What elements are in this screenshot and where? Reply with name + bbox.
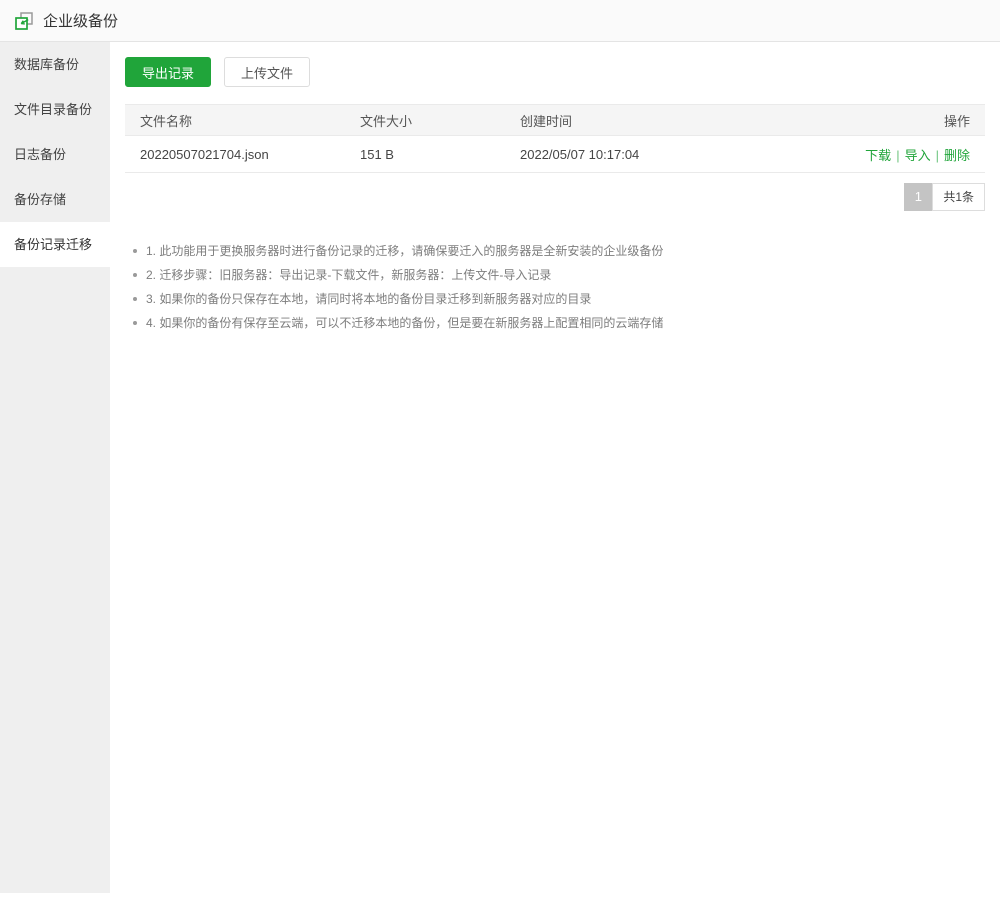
- actions-cell: 下载 | 导入 | 删除: [785, 136, 985, 173]
- note-item-2: 2. 迁移步骤：旧服务器：导出记录-下载文件，新服务器：上传文件-导入记录: [133, 263, 985, 287]
- main-content: 导出记录 上传文件 文件名称 文件大小 创建时间 操作: [110, 42, 1000, 900]
- export-records-button[interactable]: 导出记录: [125, 57, 211, 87]
- note-item-1: 1. 此功能用于更换服务器时进行备份记录的迁移，请确保要迁入的服务器是全新安装的…: [133, 239, 985, 263]
- total-count-label: 共1条: [932, 183, 985, 211]
- column-file-size: 文件大小: [345, 105, 505, 136]
- column-actions: 操作: [785, 105, 985, 136]
- column-file-name: 文件名称: [125, 105, 345, 136]
- sidebar: 数据库备份 文件目录备份 日志备份 备份存储 备份记录迁移: [0, 42, 110, 893]
- sidebar-item-database-backup[interactable]: 数据库备份: [0, 42, 110, 87]
- upload-file-button[interactable]: 上传文件: [224, 57, 310, 87]
- pagination: 1 共1条: [125, 183, 985, 211]
- sidebar-item-backup-storage[interactable]: 备份存储: [0, 177, 110, 222]
- file-size-cell: 151 B: [345, 136, 505, 173]
- download-link[interactable]: 下载: [865, 148, 891, 163]
- import-link[interactable]: 导入: [905, 148, 931, 163]
- note-item-4: 4. 如果你的备份有保存至云端，可以不迁移本地的备份，但是要在新服务器上配置相同…: [133, 311, 985, 335]
- delete-link[interactable]: 删除: [944, 148, 970, 163]
- sidebar-item-backup-record-migration[interactable]: 备份记录迁移: [0, 222, 110, 267]
- column-created-at: 创建时间: [505, 105, 785, 136]
- sidebar-item-file-directory-backup[interactable]: 文件目录备份: [0, 87, 110, 132]
- sidebar-item-log-backup[interactable]: 日志备份: [0, 132, 110, 177]
- action-separator: |: [896, 148, 899, 163]
- created-at-cell: 2022/05/07 10:17:04: [505, 136, 785, 173]
- toolbar: 导出记录 上传文件: [125, 57, 985, 87]
- note-item-3: 3. 如果你的备份只保存在本地，请同时将本地的备份目录迁移到新服务器对应的目录: [133, 287, 985, 311]
- page-title: 企业级备份: [43, 10, 118, 31]
- table-header: 文件名称 文件大小 创建时间 操作: [125, 105, 985, 136]
- app-root: 企业级备份 数据库备份 文件目录备份 日志备份 备份存储 备份记录迁移 导出记录…: [0, 0, 1000, 900]
- app-header: 企业级备份: [0, 0, 1000, 42]
- file-name-cell: 20220507021704.json: [125, 136, 345, 173]
- action-separator: |: [936, 148, 939, 163]
- table-row: 20220507021704.json 151 B 2022/05/07 10:…: [125, 136, 985, 173]
- page-number-button[interactable]: 1: [904, 183, 932, 211]
- backup-records-table: 文件名称 文件大小 创建时间 操作 20220507021704.json 15…: [125, 104, 985, 173]
- body-layout: 数据库备份 文件目录备份 日志备份 备份存储 备份记录迁移 导出记录 上传文件: [0, 42, 1000, 900]
- notes-list: 1. 此功能用于更换服务器时进行备份记录的迁移，请确保要迁入的服务器是全新安装的…: [125, 239, 985, 335]
- import-export-icon: [14, 11, 34, 31]
